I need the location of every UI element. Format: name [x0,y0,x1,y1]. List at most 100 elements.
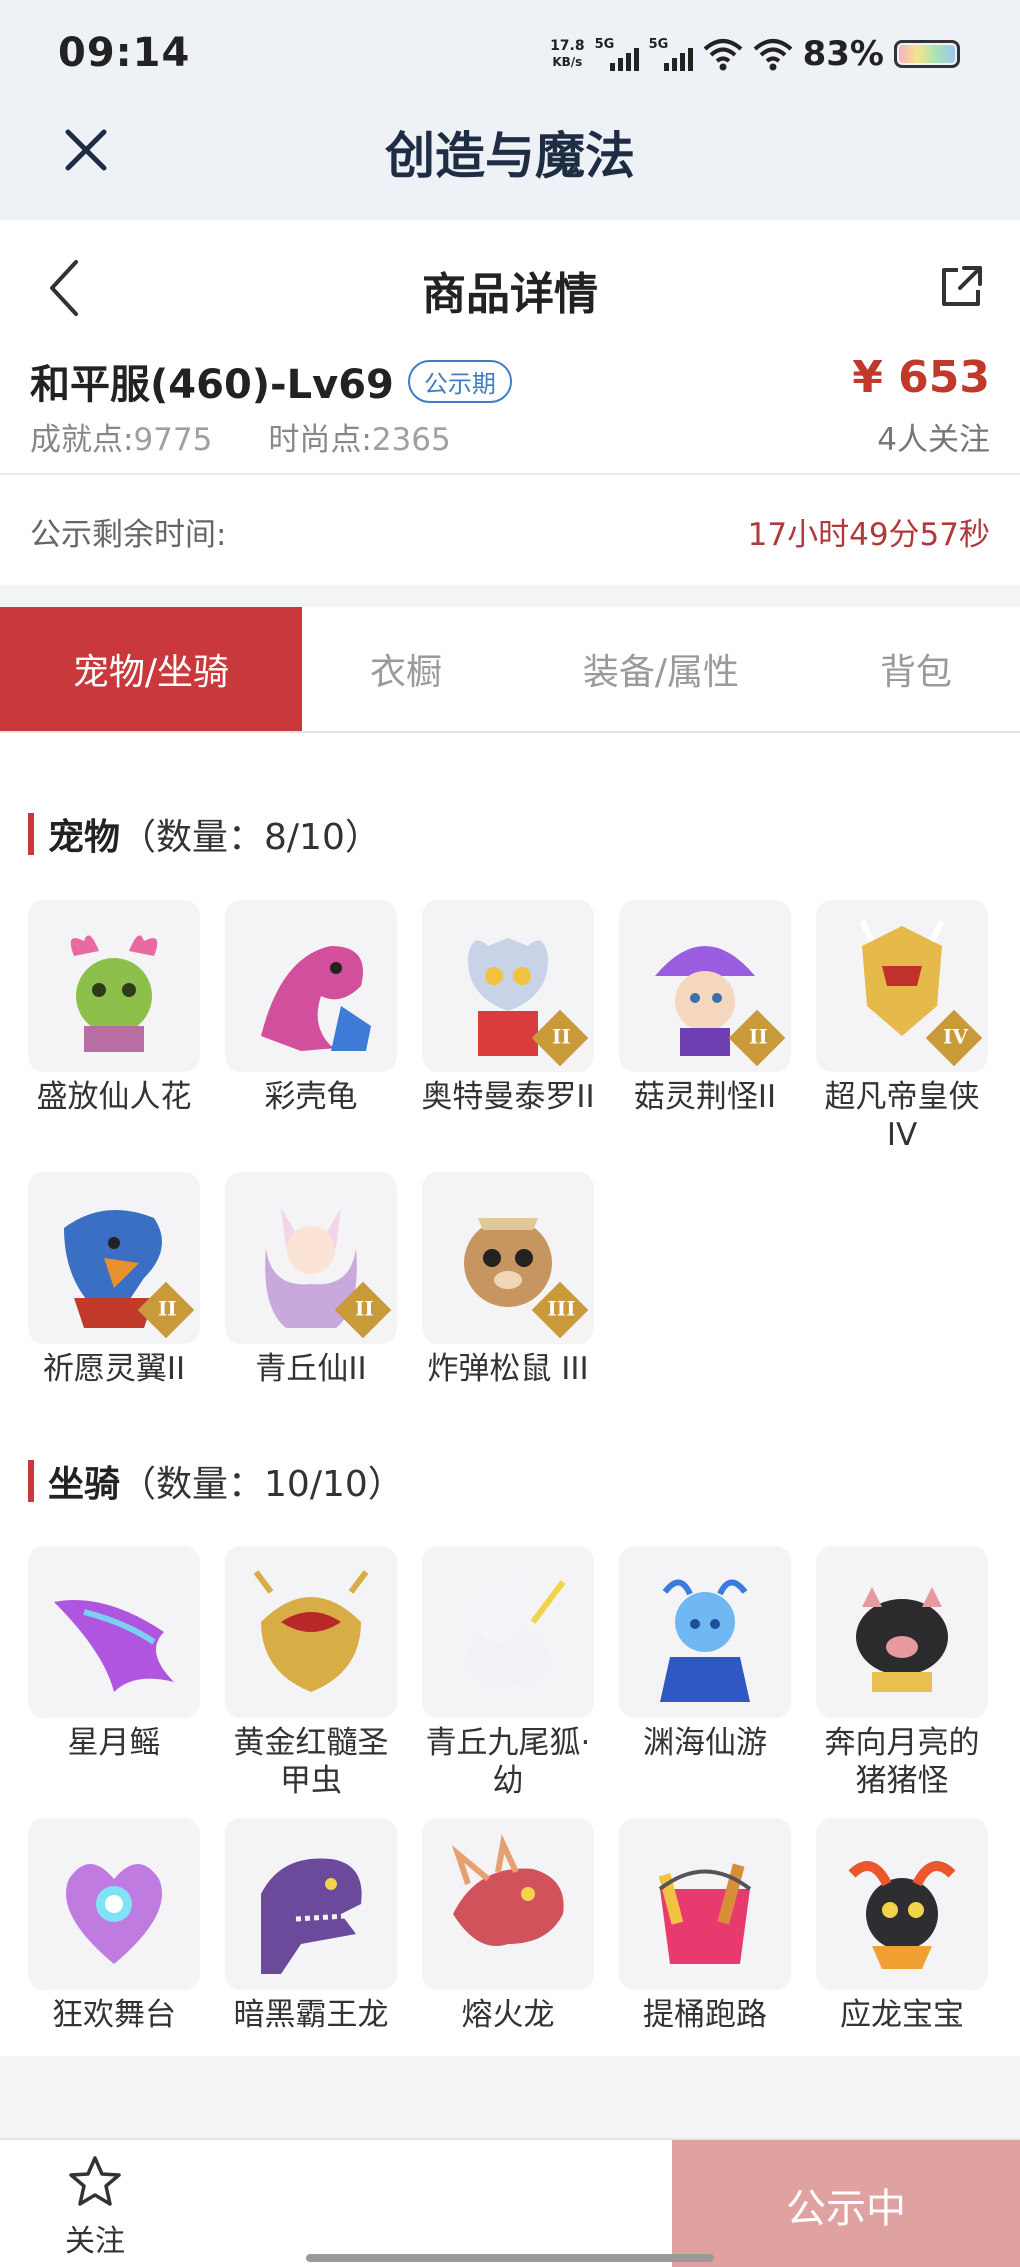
mount-thumbnail [225,1546,397,1718]
pet-thumbnail: III [422,1172,594,1344]
mount-thumbnail [422,1546,594,1718]
pets-section-title: 宠物 （数量：8/10） [28,808,381,860]
wifi-icon [703,39,742,71]
app-title-bar: 创造与魔法 [0,112,1020,220]
pet-card[interactable]: 彩壳龟 [223,900,399,1116]
follow-label: 关注 [65,2224,125,2259]
pet-name: 炸弹松鼠 III [427,1351,589,1387]
t-rex-icon [261,1858,362,1974]
pet-name: 菇灵荆怪II [633,1079,777,1115]
pet-card[interactable]: III 炸弹松鼠 III [420,1172,596,1388]
publicity-countdown: 公示剩余时间: 17小时49分57秒 [0,475,1020,585]
pet-thumbnail: II [422,900,594,1072]
mount-card[interactable]: 渊海仙游 [617,1546,793,1762]
mount-thumbnail [619,1546,791,1718]
pet-thumbnail: II [619,900,791,1072]
pet-card[interactable]: IV 超凡帝皇侠IV [814,900,990,1154]
detail-tabs: 宠物/坐骑 衣橱 装备/属性 背包 [0,607,1020,733]
mount-thumbnail [422,1818,594,1990]
pet-name: 盛放仙人花 [36,1079,192,1115]
countdown-value: 17小时49分57秒 [747,517,990,553]
pet-thumbnail: IV [816,900,988,1072]
sea-fairy-icon [660,1579,750,1702]
mounts-section-title: 坐骑 （数量：10/10） [28,1455,404,1507]
home-indicator [306,2254,714,2262]
pet-thumbnail [225,900,397,1072]
pet-card[interactable]: II 青丘仙II [223,1172,399,1388]
battery-icon [894,40,960,68]
mount-name: 星月鳐 [67,1725,161,1761]
mount-thumbnail [816,1818,988,1990]
pet-name: 奥特曼泰罗II [421,1079,595,1115]
signal-sim2-icon: 5G [649,37,693,71]
pink-creature-icon [261,946,371,1051]
battery-percent: 83% [802,34,884,74]
pet-name: 超凡帝皇侠IV [824,1079,980,1153]
mount-name: 青丘九尾狐·幼 [425,1725,591,1799]
manta-ray-icon [54,1600,174,1692]
section-gap [0,585,1020,607]
mount-name: 提桶跑路 [643,1997,767,2033]
detail-nav: 商品详情 [0,220,1020,350]
pet-card[interactable]: II 祈愿灵翼II [26,1172,202,1388]
countdown-label: 公示剩余时间: [30,517,227,553]
star-icon [69,2156,121,2206]
mount-name: 应龙宝宝 [840,1997,964,2033]
heart-stage-icon [66,1864,162,1964]
mount-name: 渊海仙游 [643,1725,767,1761]
pet-thumbnail [28,900,200,1072]
pet-name: 彩壳龟 [264,1079,358,1115]
mount-card[interactable]: 提桶跑路 [617,1818,793,2034]
status-time: 09:14 [58,30,191,76]
item-stats: 成就点:9775 时尚点:2365 [30,414,451,459]
pet-name: 祈愿灵翼II [42,1351,186,1387]
mount-card[interactable]: 狂欢舞台 [26,1818,202,2034]
status-bar: 09:14 17.8 KB/s 5G 5G 83% [0,0,1020,112]
mount-thumbnail [28,1818,200,1990]
bucket-icon [658,1863,752,1964]
fire-dragon-icon [451,1834,564,1946]
mount-thumbnail [619,1818,791,1990]
app-title: 创造与魔法 [385,127,635,185]
item-name: 和平服(460)-Lv69 公示期 [30,352,512,410]
mount-name: 奔向月亮的猪猪怪 [824,1725,980,1799]
tab-pets-mounts[interactable]: 宠物/坐骑 [0,607,302,731]
status-icons: 17.8 KB/s 5G 5G 83% [550,34,960,74]
signal-sim1-icon: 5G [595,37,639,71]
mount-card[interactable]: 熔火龙 [420,1818,596,2034]
item-price: ¥ 653 [852,352,990,403]
mount-name: 狂欢舞台 [52,1997,176,2033]
tab-backpack[interactable]: 背包 [812,607,1020,731]
follower-count: 4人关注 [877,422,990,458]
pet-card[interactable]: II 菇灵荆怪II [617,900,793,1116]
share-icon[interactable] [936,262,986,312]
achievement-points: 成就点:9775 [30,422,213,458]
page-title: 商品详情 [422,269,598,320]
mount-card[interactable]: 暗黑霸王龙 [223,1818,399,2034]
mount-card[interactable]: 青丘九尾狐·幼 [420,1546,596,1800]
pet-name: 青丘仙II [255,1351,367,1387]
pet-card[interactable]: 盛放仙人花 [26,900,202,1116]
mount-name: 黄金红髓圣甲虫 [233,1725,389,1799]
pet-thumbnail: II [28,1172,200,1344]
pet-card[interactable]: II 奥特曼泰罗II [420,900,596,1116]
product-detail: 商品详情 和平服(460)-Lv69 公示期 成就点:9775 时尚点:2365… [0,220,1020,2056]
fashion-points: 时尚点:2365 [268,422,451,458]
pig-icon [856,1587,948,1692]
mount-card[interactable]: 奔向月亮的猪猪怪 [814,1546,990,1800]
mount-card[interactable]: 黄金红髓圣甲虫 [223,1546,399,1800]
mount-thumbnail [28,1546,200,1718]
app-header: 09:14 17.8 KB/s 5G 5G 83% 创造与魔法 [0,0,1020,220]
bottom-action-bar: 关注 公示中 [0,2138,1020,2267]
baby-dragon-icon [848,1861,956,1969]
tab-wardrobe[interactable]: 衣橱 [302,607,510,731]
tab-equipment[interactable]: 装备/属性 [510,607,812,731]
mount-thumbnail [816,1546,988,1718]
mount-name: 暗黑霸王龙 [233,1997,389,2033]
mount-card[interactable]: 星月鳐 [26,1546,202,1762]
publicity-status-button[interactable]: 公示中 [672,2140,1020,2267]
follow-button[interactable]: 关注 [40,2154,150,2264]
mount-card[interactable]: 应龙宝宝 [814,1818,990,2034]
network-speed: 17.8 KB/s [550,38,585,69]
mount-thumbnail [225,1818,397,1990]
